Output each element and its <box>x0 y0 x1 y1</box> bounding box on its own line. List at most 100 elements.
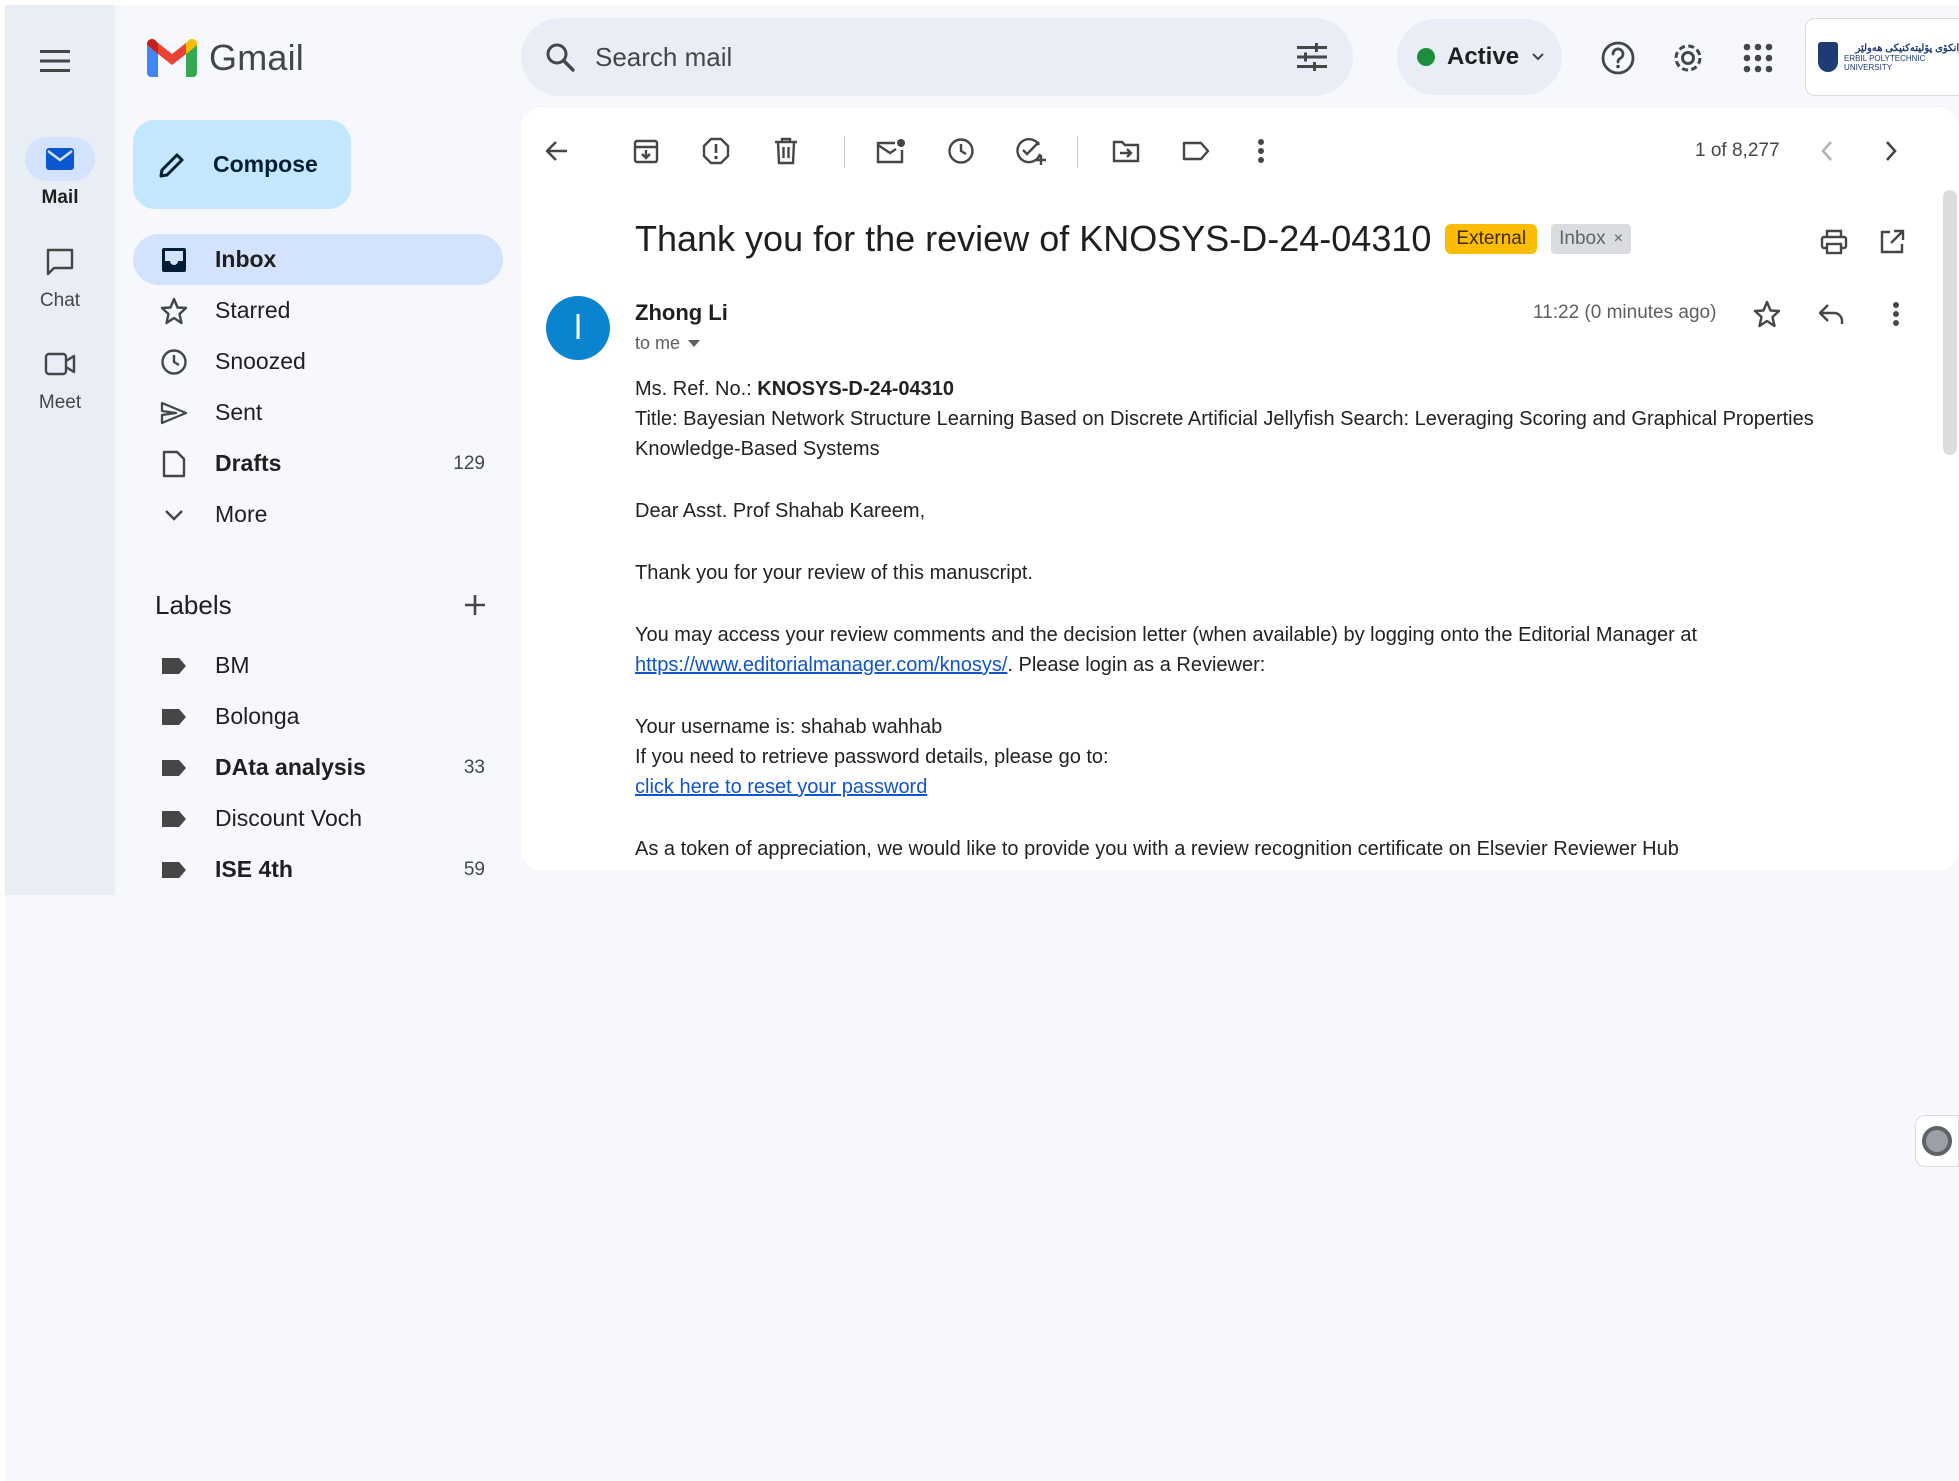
labels-title: Labels <box>155 589 232 620</box>
rail-mail[interactable]: Mail <box>5 137 115 209</box>
label-name: Discount Voch <box>215 805 363 831</box>
account-org-badge[interactable]: زانکۆی پۆلیتەکنیکی هەولێر ERBIL POLYTECH… <box>1805 18 1959 96</box>
sender-avatar[interactable]: l <box>546 296 610 360</box>
chevron-down-icon <box>1532 53 1544 61</box>
label-item[interactable]: Bolonga <box>133 691 503 742</box>
editorial-manager-link[interactable]: https://www.editorialmanager.com/knosys/ <box>635 654 1007 676</box>
star-button[interactable] <box>1747 294 1787 334</box>
labels-header: Labels <box>155 585 495 625</box>
archive-button[interactable] <box>626 131 666 171</box>
nav-sent[interactable]: Sent <box>133 387 503 438</box>
message-more-button[interactable] <box>1876 294 1916 334</box>
gmail-app: Mail Chat Meet Gmail Search mail Active … <box>5 5 1959 1481</box>
arrow-left-icon <box>545 141 567 161</box>
subject-line: Thank you for the review of KNOSYS-D-24-… <box>635 218 1631 260</box>
gmail-m-icon <box>147 39 197 77</box>
label-tag-icon <box>162 759 186 776</box>
older-button[interactable] <box>1871 131 1911 171</box>
search-input[interactable]: Search mail <box>595 42 732 73</box>
search-icon[interactable] <box>541 38 579 76</box>
extension-icon <box>1922 1126 1952 1156</box>
label-item[interactable]: DAta analysis 33 <box>133 742 503 793</box>
create-label-button[interactable] <box>455 585 495 625</box>
snooze-button[interactable] <box>941 131 981 171</box>
reply-button[interactable] <box>1811 294 1851 334</box>
delete-button[interactable] <box>766 131 806 171</box>
add-to-tasks-button[interactable] <box>1011 131 1051 171</box>
support-button[interactable] <box>1596 36 1640 80</box>
send-icon <box>160 401 188 424</box>
mark-unread-icon <box>876 139 905 164</box>
compose-label: Compose <box>213 151 318 177</box>
open-in-new-icon <box>1880 229 1905 254</box>
add-task-icon <box>1016 138 1046 165</box>
side-panel-toggle[interactable] <box>1915 1115 1959 1167</box>
print-icon <box>1820 229 1848 255</box>
greeting-line: Dear Asst. Prof Shahab Kareem, <box>635 500 926 522</box>
sender-name[interactable]: Zhong Li <box>635 300 728 326</box>
status-selector[interactable]: Active <box>1397 19 1562 95</box>
compose-button[interactable]: Compose <box>133 120 351 209</box>
nav-sent-label: Sent <box>215 399 263 425</box>
scrollbar-thumb[interactable] <box>1943 190 1957 455</box>
report-spam-button[interactable] <box>696 131 736 171</box>
nav-starred[interactable]: Starred <box>133 285 503 336</box>
gmail-logo[interactable]: Gmail <box>147 35 304 81</box>
mark-unread-button[interactable] <box>871 131 911 171</box>
appreciation-line: As a token of appreciation, we would lik… <box>635 838 1679 860</box>
nav-snoozed-label: Snoozed <box>215 348 306 374</box>
recipient-details[interactable]: to me <box>635 333 701 354</box>
open-new-window-button[interactable] <box>1872 222 1912 262</box>
nav-more[interactable]: More <box>133 489 503 540</box>
reset-password-link[interactable]: click here to reset your password <box>635 776 927 798</box>
nav-drafts-count: 129 <box>453 452 485 474</box>
nav-drafts[interactable]: Drafts 129 <box>133 438 503 489</box>
label-name: ISE 4th <box>215 856 293 882</box>
ref-number: KNOSYS-D-24-04310 <box>757 378 954 400</box>
org-name-kurdish: زانکۆی پۆلیتەکنیکی هەولێر <box>1855 42 1959 54</box>
pencil-icon <box>159 153 184 177</box>
gmail-wordmark: Gmail <box>209 37 305 78</box>
label-item[interactable]: ISE 4th 59 <box>133 844 503 895</box>
mail-nav: Inbox Starred Snoozed Sent Drafts 129 Mo… <box>133 234 503 540</box>
rail-meet-label: Meet <box>38 392 82 413</box>
toolbar-divider <box>844 136 845 168</box>
nav-starred-label: Starred <box>215 297 291 323</box>
settings-button[interactable] <box>1666 36 1710 80</box>
nav-snoozed[interactable]: Snoozed <box>133 336 503 387</box>
message-time: 11:22 (0 minutes ago) <box>1533 302 1717 323</box>
label-item[interactable]: Discount Voch <box>133 793 503 844</box>
label-tag-icon <box>162 657 186 674</box>
chevron-down-icon <box>165 509 183 521</box>
star-icon <box>160 297 188 324</box>
search-bar[interactable]: Search mail <box>521 18 1353 96</box>
app-rail: Mail Chat Meet <box>5 5 115 895</box>
gear-icon <box>1674 44 1702 72</box>
org-name-english: ERBIL POLYTECHNIC UNIVERSITY <box>1844 53 1926 72</box>
nav-inbox[interactable]: Inbox <box>133 234 503 285</box>
apps-button[interactable] <box>1736 36 1780 80</box>
caret-down-icon <box>688 339 701 347</box>
labels-button[interactable] <box>1176 131 1216 171</box>
clock-icon <box>948 138 974 164</box>
status-label: Active <box>1447 43 1520 70</box>
access-line: You may access your review comments and … <box>635 624 1698 646</box>
move-to-button[interactable] <box>1106 131 1146 171</box>
label-tag-icon <box>162 810 186 827</box>
status-dot <box>1417 48 1435 66</box>
link-line: https://www.editorialmanager.com/knosys/… <box>635 654 1266 676</box>
username-line: Your username is: shahab wahhab <box>635 716 943 738</box>
rail-chat-label: Chat <box>39 290 81 311</box>
search-options-icon[interactable] <box>1293 38 1331 76</box>
rail-chat[interactable]: Chat <box>5 240 115 312</box>
print-button[interactable] <box>1814 222 1854 262</box>
more-actions-button[interactable] <box>1241 131 1281 171</box>
back-button[interactable] <box>537 131 577 171</box>
label-name: BM <box>215 652 250 678</box>
rail-meet[interactable]: Meet <box>5 342 115 414</box>
pager-count: 1 of 8,277 <box>1695 140 1780 161</box>
remove-label-icon[interactable]: × <box>1614 230 1623 248</box>
main-menu-button[interactable] <box>35 41 75 81</box>
label-item[interactable]: BM <box>133 640 503 691</box>
newer-button[interactable] <box>1807 131 1847 171</box>
